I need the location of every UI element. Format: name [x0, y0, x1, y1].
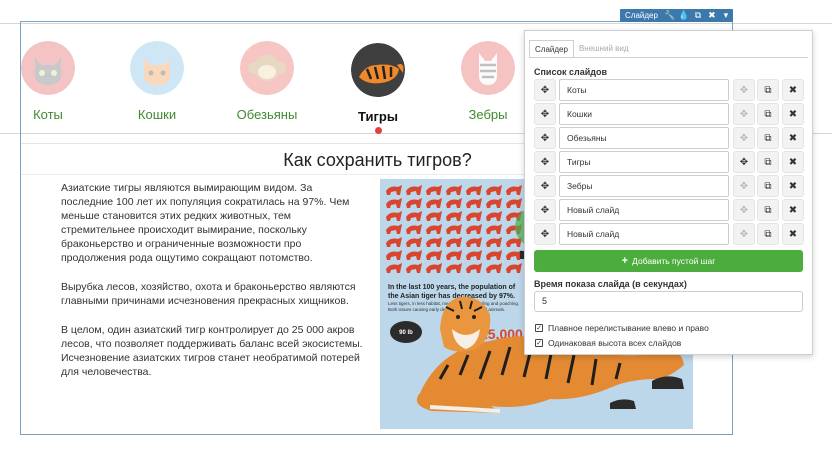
wrench-icon[interactable]: 🔧	[663, 9, 677, 22]
slide-duration-label: Время показа слайда (в секундах)	[534, 279, 687, 289]
kitten-icon	[130, 41, 184, 95]
panel-tabs: Слайдер Внешний вид	[529, 40, 634, 58]
delete-icon[interactable]: ✖	[782, 175, 804, 197]
active-slide-indicator	[374, 127, 382, 134]
settings-icon[interactable]: ✥	[733, 151, 755, 173]
copy-icon[interactable]: ⧉	[757, 223, 779, 245]
slide-paragraph: Азиатские тигры являются вымирающим видо…	[61, 182, 350, 264]
equal-height-checkbox[interactable]: ✓	[535, 339, 543, 347]
smooth-scroll-checkbox[interactable]: ✓	[535, 324, 543, 332]
move-icon[interactable]: ✥	[534, 127, 556, 149]
slide-row: ✥ Тигры ✥ ⧉ ✖	[534, 151, 804, 173]
copy-icon[interactable]: ⧉	[757, 79, 779, 101]
slider-tab-label: Кошки	[137, 107, 177, 122]
drop-icon[interactable]: 💧	[677, 9, 691, 22]
slider-tab-0[interactable]: Коты	[0, 41, 103, 122]
copy-icon[interactable]: ⧉	[757, 175, 779, 197]
equal-height-option[interactable]: ✓ Одинаковая высота всех слайдов	[535, 338, 681, 348]
slide-name-input[interactable]: Кошки	[559, 103, 729, 125]
copy-icon[interactable]: ⧉	[691, 9, 705, 22]
slide-row: ✥ Новый слайд ✥ ⧉ ✖	[534, 199, 804, 221]
slider-tab-label: Обезьяны	[236, 107, 298, 122]
slide-name-input[interactable]: Обезьяны	[559, 127, 729, 149]
slider-tab-2[interactable]: Обезьяны	[212, 41, 322, 122]
panel-tabs-divider	[529, 57, 808, 58]
settings-icon[interactable]: ✥	[733, 103, 755, 125]
slider-settings-panel: Слайдер Внешний вид Список слайдов ✥ Коты…	[524, 30, 813, 355]
slide-row: ✥ Коты ✥ ⧉ ✖	[534, 79, 804, 101]
move-icon[interactable]: ✥	[534, 103, 556, 125]
delete-icon[interactable]: ✖	[782, 127, 804, 149]
slide-row: ✥ Обезьяны ✥ ⧉ ✖	[534, 127, 804, 149]
close-icon[interactable]: ✖	[705, 9, 719, 22]
delete-icon[interactable]: ✖	[782, 223, 804, 245]
copy-icon[interactable]: ⧉	[757, 103, 779, 125]
tab-slider[interactable]: Слайдер	[529, 40, 574, 58]
slider-toolbar-label[interactable]: Слайдер	[620, 11, 663, 20]
zebra-icon	[461, 41, 515, 95]
tab-appearance[interactable]: Внешний вид	[574, 40, 634, 58]
smooth-scroll-label: Плавное перелистывание влево и право	[548, 323, 709, 333]
delete-icon[interactable]: ✖	[782, 151, 804, 173]
infographic-badge: 90 lb	[399, 330, 413, 336]
slide-name-input[interactable]: Коты	[559, 79, 729, 101]
slide-row: ✥ Новый слайд ✥ ⧉ ✖	[534, 223, 804, 245]
slide-duration-input[interactable]: 5	[534, 291, 803, 312]
slider-tab-label: Коты	[33, 107, 63, 122]
slide-list-title: Список слайдов	[534, 67, 607, 77]
move-icon[interactable]: ✥	[534, 223, 556, 245]
equal-height-label: Одинаковая высота всех слайдов	[548, 338, 682, 348]
copy-icon[interactable]: ⧉	[757, 127, 779, 149]
delete-icon[interactable]: ✖	[782, 199, 804, 221]
move-icon[interactable]: ✥	[534, 199, 556, 221]
delete-icon[interactable]: ✖	[782, 103, 804, 125]
settings-icon[interactable]: ✥	[733, 79, 755, 101]
plus-icon: +	[621, 255, 629, 267]
slider-tab-3[interactable]: Тигры	[323, 43, 433, 134]
slide-paragraph: В целом, один азиатский тигр контролируе…	[61, 324, 363, 378]
tiger-icon	[351, 43, 405, 97]
smooth-scroll-option[interactable]: ✓ Плавное перелистывание влево и право	[535, 323, 709, 333]
slide-name-input[interactable]: Зебры	[559, 175, 729, 197]
slider-tab-label: Тигры	[358, 109, 398, 124]
slide-row: ✥ Кошки ✥ ⧉ ✖	[534, 103, 804, 125]
add-empty-step-label: Добавить пустой шаг	[632, 256, 716, 266]
slide-text: Азиатские тигры являются вымирающим видо…	[61, 181, 367, 394]
slide-name-input[interactable]: Новый слайд	[559, 199, 729, 221]
settings-icon[interactable]: ✥	[733, 175, 755, 197]
settings-icon[interactable]: ✥	[733, 127, 755, 149]
copy-icon[interactable]: ⧉	[757, 199, 779, 221]
slide-row: ✥ Зебры ✥ ⧉ ✖	[534, 175, 804, 197]
add-empty-step-button[interactable]: + Добавить пустой шаг	[534, 250, 803, 272]
slide-name-input[interactable]: Новый слайд	[559, 223, 729, 245]
settings-icon[interactable]: ✥	[733, 223, 755, 245]
slide-name-input[interactable]: Тигры	[559, 151, 729, 173]
move-icon[interactable]: ✥	[534, 151, 556, 173]
chevron-down-icon[interactable]: ▾	[719, 9, 733, 22]
monkey-icon	[240, 41, 294, 95]
slider-tab-1[interactable]: Кошки	[102, 41, 212, 122]
slide-paragraph: Вырубка лесов, хозяйство, охота и бракон…	[61, 281, 356, 307]
cat-icon	[21, 41, 75, 95]
move-icon[interactable]: ✥	[534, 175, 556, 197]
move-icon[interactable]: ✥	[534, 79, 556, 101]
settings-icon[interactable]: ✥	[733, 199, 755, 221]
copy-icon[interactable]: ⧉	[757, 151, 779, 173]
delete-icon[interactable]: ✖	[782, 79, 804, 101]
slider-toolbar: Слайдер 🔧 💧 ⧉ ✖ ▾	[620, 9, 733, 22]
